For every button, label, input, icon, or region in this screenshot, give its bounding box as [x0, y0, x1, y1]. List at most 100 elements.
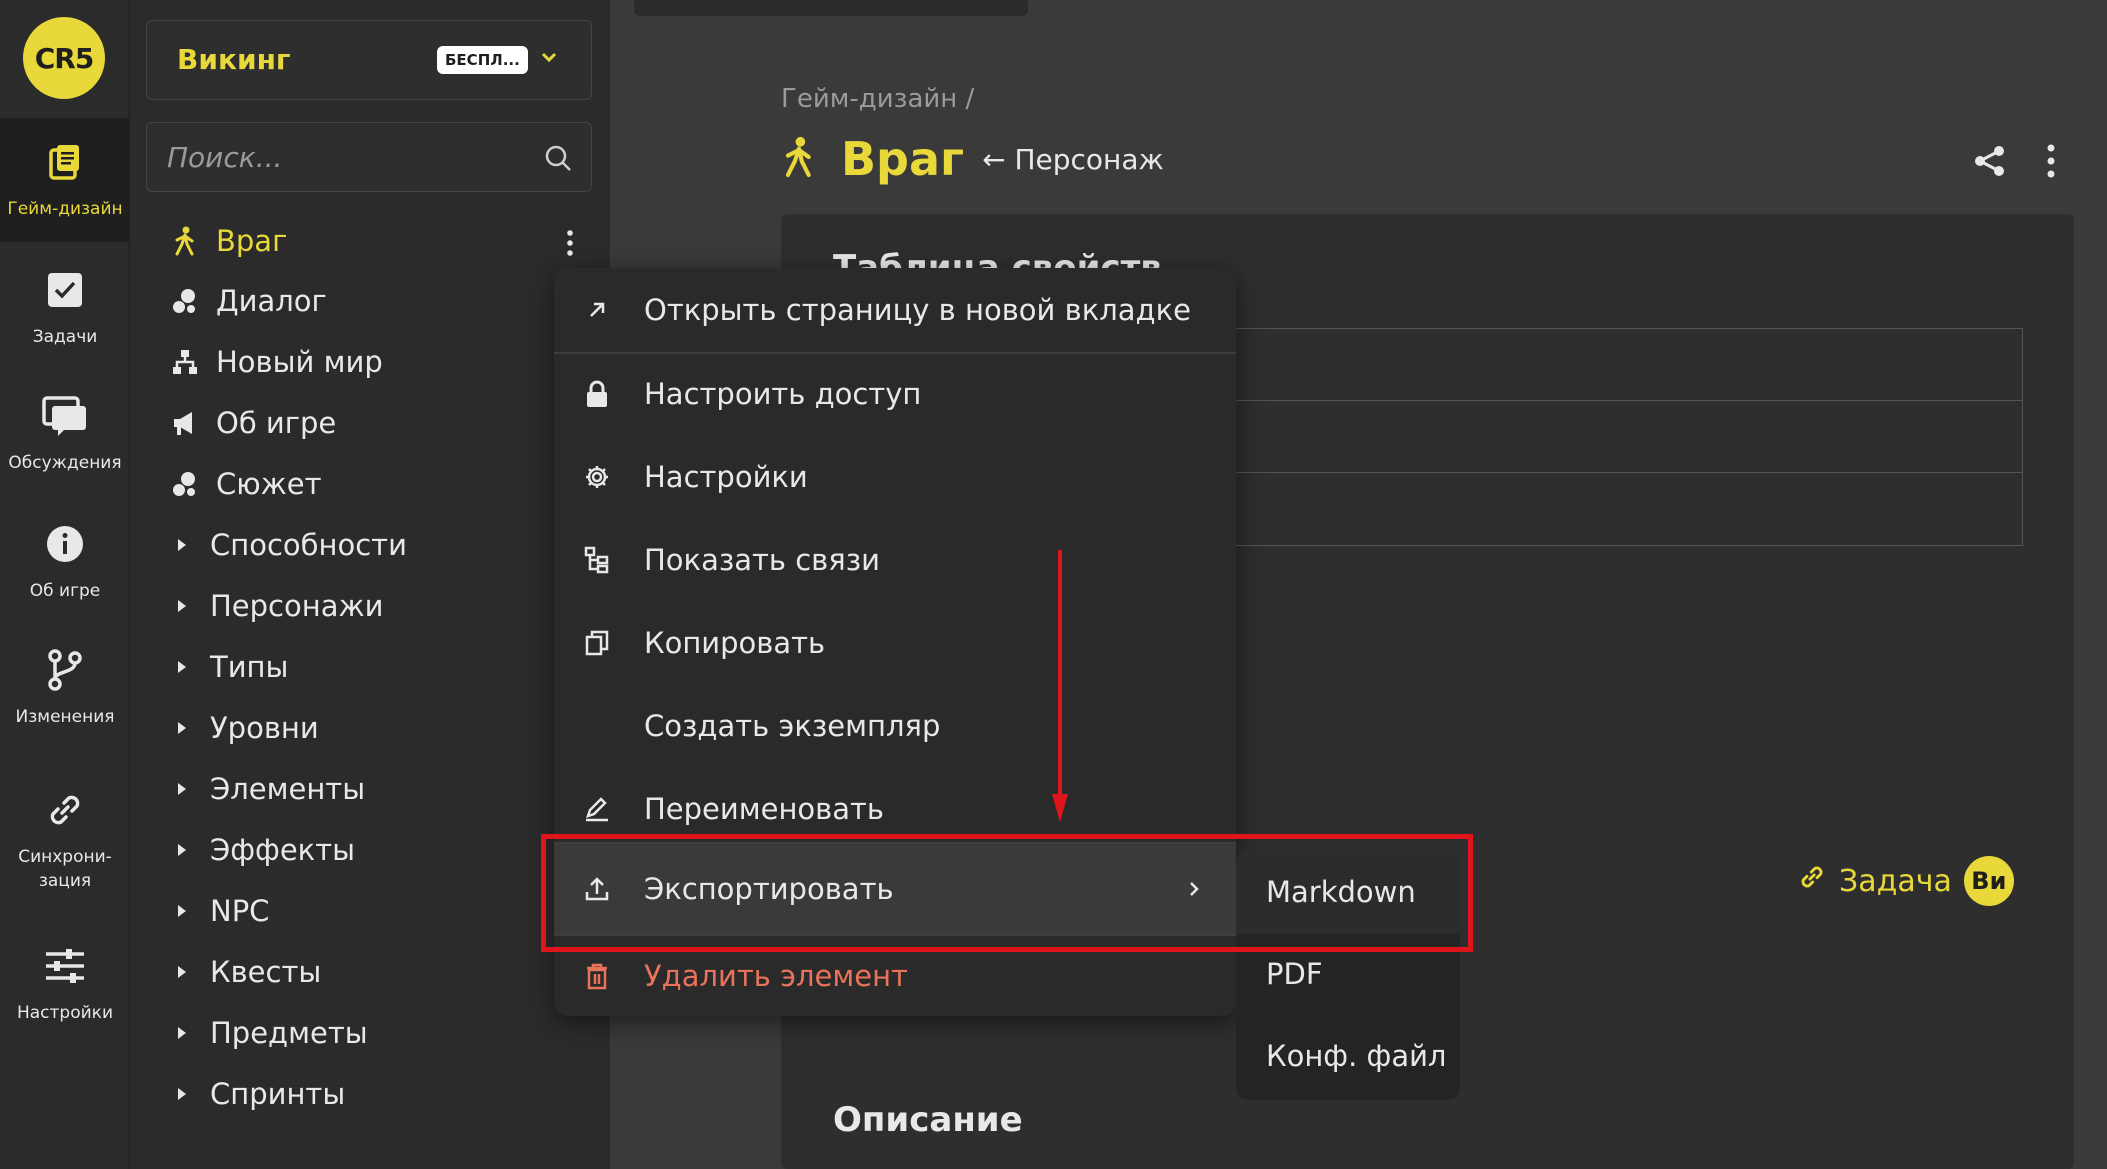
app-logo[interactable]: CR5 [23, 17, 105, 99]
breadcrumb[interactable]: Гейм-дизайн / [781, 84, 974, 114]
sidebar-group[interactable]: Предметы [170, 1008, 368, 1058]
menu-item-settings[interactable]: Настройки [554, 437, 1236, 517]
sliders-icon [42, 943, 88, 989]
task-link-label: Задача [1839, 863, 1952, 899]
rail-item-game-design[interactable]: Гейм-дизайн [0, 118, 130, 242]
share-icon[interactable] [1973, 144, 2007, 178]
type-link[interactable]: ← Персонаж [982, 143, 1164, 176]
caret-right-icon[interactable] [170, 713, 194, 743]
caret-right-icon[interactable] [170, 957, 194, 987]
menu-item-create-instance[interactable]: Создать экземпляр [554, 686, 1236, 766]
caret-right-icon[interactable] [170, 530, 194, 560]
search-box [146, 122, 592, 192]
sidebar-group-label: Уровни [210, 711, 319, 745]
copy-icon [582, 628, 612, 658]
caret-right-icon[interactable] [170, 591, 194, 621]
annotation-arrow [1052, 550, 1068, 822]
more-options-icon[interactable] [2038, 142, 2064, 180]
hierarchy-icon [170, 347, 200, 377]
page-header: Враг ← Персонаж [781, 132, 1164, 186]
caret-right-icon[interactable] [170, 1018, 194, 1048]
rail-item-settings[interactable]: Настройки [0, 922, 130, 1046]
rail-item-sync[interactable]: Синхрони- зация [0, 770, 130, 910]
left-rail: CR5 Гейм-дизайн Задачи Обсуждения Об игр… [0, 0, 130, 1169]
sidebar-group[interactable]: Типы [170, 642, 288, 692]
caret-right-icon[interactable] [170, 896, 194, 926]
submenu-item-pdf[interactable]: PDF [1266, 954, 1323, 994]
checkbox-icon [42, 267, 88, 313]
workspace-switcher[interactable]: Викинг БЕСПЛ... [146, 20, 592, 100]
bubbles-icon [170, 469, 200, 499]
menu-item-label: Создать экземпляр [644, 709, 941, 743]
sidebar-group[interactable]: Персонажи [170, 581, 383, 631]
menu-item-copy[interactable]: Копировать [554, 603, 1236, 683]
chat-icon [42, 393, 88, 439]
menu-item-label: Показать связи [644, 543, 880, 577]
menu-item-label: Открыть страницу в новой вкладке [644, 293, 1191, 327]
arrow-up-right-icon [582, 295, 612, 325]
lock-icon [582, 379, 612, 409]
top-toolbar [634, 0, 1028, 16]
caret-right-icon[interactable] [170, 652, 194, 682]
bubbles-icon [170, 286, 200, 316]
sidebar-group[interactable]: Способности [170, 520, 407, 570]
sidebar-item-dialog[interactable]: Диалог [170, 276, 327, 326]
page-title: Враг [841, 132, 965, 186]
sidebar-group[interactable]: Уровни [170, 703, 319, 753]
sidebar-item-plot[interactable]: Сюжет [170, 459, 322, 509]
menu-item-open-new-tab[interactable]: Открыть страницу в новой вкладке [554, 268, 1236, 352]
sidebar-item-label: Об игре [216, 406, 337, 440]
link-icon [1797, 862, 1827, 900]
menu-item-show-links[interactable]: Показать связи [554, 520, 1236, 600]
pencil-icon [582, 794, 612, 824]
sidebar-group[interactable]: Эффекты [170, 825, 355, 875]
menu-item-label: Настроить доступ [644, 377, 922, 411]
sidebar-item-label: Диалог [216, 284, 327, 318]
sidebar-item-label: Враг [216, 224, 288, 258]
section-title: Описание [833, 1100, 1023, 1140]
caret-right-icon[interactable] [170, 774, 194, 804]
rail-label: Гейм-дизайн [7, 199, 123, 219]
search-input[interactable] [167, 139, 527, 175]
avatar[interactable]: Ви [1963, 856, 2014, 906]
sidebar-group-label: Квесты [210, 955, 322, 989]
sidebar-item-new-world[interactable]: Новый мир [170, 337, 383, 387]
kebab-menu-icon[interactable] [560, 228, 580, 258]
task-link[interactable]: Задача Ви [1797, 856, 2014, 906]
sidebar-group[interactable]: NPC [170, 886, 269, 936]
submenu-item-config-file[interactable]: Конф. файл [1266, 1036, 1446, 1076]
rail-label: Об игре [29, 581, 101, 601]
sidebar-group[interactable]: Спринты [170, 1069, 345, 1119]
caret-right-icon[interactable] [170, 835, 194, 865]
menu-item-label: Удалить элемент [644, 959, 908, 993]
chevron-down-icon[interactable] [537, 45, 561, 69]
sidebar-group-label: Спринты [210, 1077, 346, 1111]
branch-icon [42, 647, 88, 693]
link-icon [42, 787, 88, 833]
sidebar-item-enemy[interactable]: Враг [170, 216, 287, 266]
document-stack-icon [42, 139, 88, 185]
sidebar-group[interactable]: Квесты [170, 947, 321, 997]
sidebar-group-label: Элементы [210, 772, 366, 806]
rail-item-discussions[interactable]: Обсуждения [0, 372, 130, 496]
sidebar-group-label: Предметы [210, 1016, 368, 1050]
rail-item-changes[interactable]: Изменения [0, 626, 130, 750]
rail-label: Обсуждения [8, 453, 122, 473]
search-icon[interactable] [544, 144, 572, 172]
walking-person-icon [781, 134, 817, 184]
rail-item-about[interactable]: Об игре [0, 500, 130, 624]
sidebar-group[interactable]: Элементы [170, 764, 365, 814]
trash-icon [582, 961, 612, 991]
menu-item-access[interactable]: Настроить доступ [554, 354, 1236, 434]
sidebar-item-label: Сюжет [216, 467, 322, 501]
rail-item-tasks[interactable]: Задачи [0, 246, 130, 370]
sidebar-item-about-game[interactable]: Об игре [170, 398, 336, 448]
sidebar-item-label: Новый мир [216, 345, 383, 379]
rail-label: Настройки [16, 1003, 113, 1023]
menu-item-label: Настройки [644, 460, 808, 494]
rail-label: Задачи [32, 327, 98, 347]
gear-icon [582, 462, 612, 492]
sidebar-group-label: Эффекты [210, 833, 355, 867]
tree-icon [582, 545, 612, 575]
caret-right-icon[interactable] [170, 1079, 194, 1109]
